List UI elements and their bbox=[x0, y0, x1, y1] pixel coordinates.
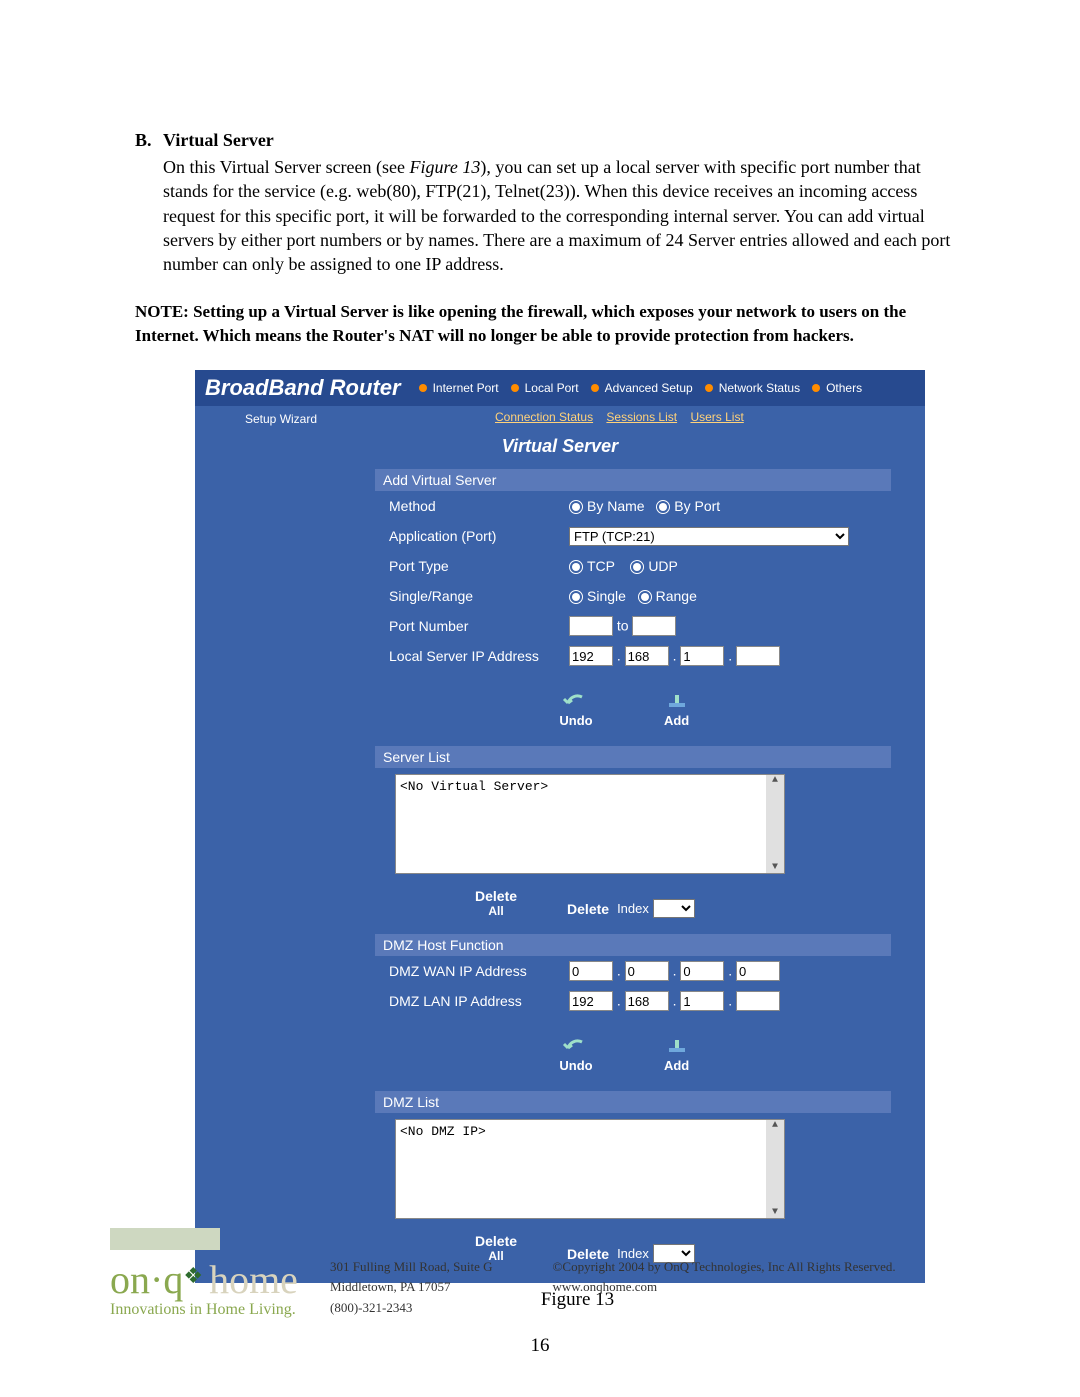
scrollbar[interactable]: ▲▼ bbox=[766, 775, 784, 873]
label-application-port: Application (Port) bbox=[375, 528, 569, 544]
delete-all-button[interactable]: Delete All bbox=[475, 888, 517, 918]
server-list-empty: <No Virtual Server> bbox=[400, 779, 548, 794]
radio-by-port[interactable] bbox=[656, 500, 670, 514]
label-method: Method bbox=[375, 498, 569, 514]
router-brand: BroadBand Router bbox=[205, 375, 401, 401]
label-port-type: Port Type bbox=[375, 558, 569, 574]
local-ip-1[interactable] bbox=[569, 646, 613, 666]
decorative-bar bbox=[110, 1228, 220, 1250]
subnav-users-list[interactable]: Users List bbox=[690, 410, 743, 424]
server-list-box[interactable]: <No Virtual Server> ▲▼ bbox=[395, 774, 785, 874]
label-dmz-wan-ip: DMZ WAN IP Address bbox=[375, 963, 569, 979]
dmz-wan-3[interactable] bbox=[680, 961, 724, 981]
dmz-wan-2[interactable] bbox=[625, 961, 669, 981]
nav-others[interactable]: Others bbox=[812, 381, 862, 395]
label-dmz-lan-ip: DMZ LAN IP Address bbox=[375, 993, 569, 1009]
dmz-wan-1[interactable] bbox=[569, 961, 613, 981]
delete-button[interactable]: Delete bbox=[567, 901, 609, 917]
page-footer: on·q❖home Innovations in Home Living. 30… bbox=[0, 1228, 1080, 1319]
page-number: 16 bbox=[0, 1335, 1080, 1357]
undo-icon bbox=[562, 1038, 590, 1056]
subnav-connection-status[interactable]: Connection Status bbox=[495, 410, 593, 424]
dmz-wan-4[interactable] bbox=[736, 961, 780, 981]
label-port-number: Port Number bbox=[375, 618, 569, 634]
local-ip-2[interactable] bbox=[625, 646, 669, 666]
dmz-undo-button[interactable]: Undo bbox=[559, 1038, 592, 1073]
section-heading: B.Virtual Server bbox=[135, 130, 960, 151]
dmz-lan-4[interactable] bbox=[736, 991, 780, 1011]
nav-local-port[interactable]: Local Port bbox=[511, 381, 579, 395]
footer-address: 301 Fulling Mill Road, Suite G Middletow… bbox=[330, 1257, 493, 1319]
nav-advanced-setup[interactable]: Advanced Setup bbox=[591, 381, 693, 395]
section-dmz-list: DMZ List bbox=[375, 1091, 891, 1113]
dmz-lan-1[interactable] bbox=[569, 991, 613, 1011]
dmz-add-button[interactable]: Add bbox=[663, 1038, 691, 1073]
dmz-lan-3[interactable] bbox=[680, 991, 724, 1011]
radio-single[interactable] bbox=[569, 590, 583, 604]
router-screenshot: BroadBand Router Internet Port Local Por… bbox=[195, 370, 925, 1283]
radio-range[interactable] bbox=[638, 590, 652, 604]
section-server-list: Server List bbox=[375, 746, 891, 768]
heading-letter: B. bbox=[135, 130, 163, 151]
radio-by-name[interactable] bbox=[569, 500, 583, 514]
dmz-list-empty: <No DMZ IP> bbox=[400, 1124, 486, 1139]
note-paragraph: NOTE: Setting up a Virtual Server is lik… bbox=[135, 300, 960, 348]
para-pre: On this Virtual Server screen (see bbox=[163, 157, 410, 177]
delete-index-select[interactable] bbox=[653, 899, 695, 918]
label-single-range: Single/Range bbox=[375, 588, 569, 604]
undo-button[interactable]: Undo bbox=[559, 693, 592, 728]
radio-udp[interactable] bbox=[630, 560, 644, 574]
nav-network-status[interactable]: Network Status bbox=[705, 381, 800, 395]
section-paragraph: On this Virtual Server screen (see Figur… bbox=[163, 155, 960, 276]
add-icon bbox=[663, 693, 691, 711]
router-page-title: Virtual Server bbox=[195, 430, 925, 469]
local-ip-4[interactable] bbox=[736, 646, 780, 666]
undo-icon bbox=[562, 693, 590, 711]
port-from[interactable] bbox=[569, 616, 613, 636]
add-icon bbox=[663, 1038, 691, 1056]
router-topbar: BroadBand Router Internet Port Local Por… bbox=[195, 370, 925, 406]
footer-copyright: ©Copyright 2004 by OnQ Technologies, Inc… bbox=[553, 1257, 896, 1319]
section-add-virtual-server: Add Virtual Server bbox=[375, 469, 891, 491]
port-to[interactable] bbox=[632, 616, 676, 636]
local-ip-3[interactable] bbox=[680, 646, 724, 666]
para-figref: Figure 13 bbox=[410, 157, 481, 177]
setup-wizard-link[interactable]: Setup Wizard bbox=[245, 412, 317, 426]
radio-tcp[interactable] bbox=[569, 560, 583, 574]
label-local-server-ip: Local Server IP Address bbox=[375, 648, 569, 664]
dmz-list-box[interactable]: <No DMZ IP> ▲▼ bbox=[395, 1119, 785, 1219]
section-dmz-host: DMZ Host Function bbox=[375, 934, 891, 956]
application-port-select[interactable]: FTP (TCP:21) bbox=[569, 527, 849, 546]
scrollbar[interactable]: ▲▼ bbox=[766, 1120, 784, 1218]
add-button[interactable]: Add bbox=[663, 693, 691, 728]
heading-title: Virtual Server bbox=[163, 130, 274, 150]
subnav-sessions-list[interactable]: Sessions List bbox=[606, 410, 677, 424]
nav-internet-port[interactable]: Internet Port bbox=[419, 381, 499, 395]
dmz-lan-2[interactable] bbox=[625, 991, 669, 1011]
